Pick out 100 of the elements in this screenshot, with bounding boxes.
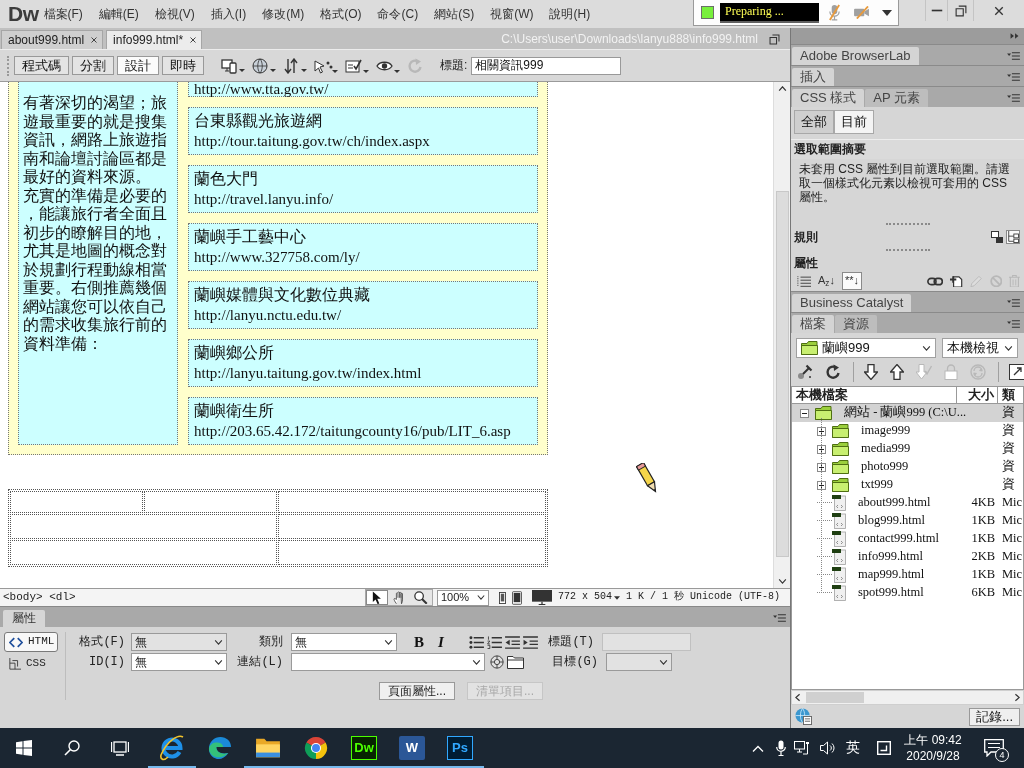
close-icon[interactable]: [90, 36, 99, 44]
globe-icon[interactable]: [252, 57, 276, 74]
sort-button[interactable]: A$_{z}$↓: [815, 272, 838, 290]
file-row[interactable]: 網站 - 蘭嶼999 (C:\U... 資: [792, 404, 1023, 422]
panel-menu-icon[interactable]: [1007, 73, 1020, 81]
tag-selector[interactable]: <body> <dl>: [0, 590, 76, 605]
speaker-icon[interactable]: [820, 741, 836, 755]
monitor-icon[interactable]: [531, 590, 552, 605]
clock-time[interactable]: 上午 09:42: [904, 732, 962, 748]
panel-menu-icon[interactable]: [1007, 52, 1020, 60]
notification-icon[interactable]: [984, 739, 1004, 757]
zoom-icon[interactable]: [414, 590, 428, 605]
expand-icon[interactable]: [817, 426, 826, 436]
hand-icon[interactable]: [393, 590, 405, 605]
panel-tab[interactable]: 資源: [835, 315, 877, 333]
plug-icon[interactable]: [797, 363, 813, 380]
panel-menu-icon[interactable]: [1007, 299, 1020, 307]
taskbar-button[interactable]: W: [388, 728, 436, 768]
log-button[interactable]: 記錄...: [969, 707, 1020, 726]
file-row[interactable]: contact999.html 1KB Mic: [792, 530, 1023, 548]
scroll-up-icon[interactable]: [777, 86, 787, 91]
restore-icon[interactable]: [954, 4, 967, 17]
horizontal-scrollbar[interactable]: [791, 690, 1024, 705]
taskbar-button[interactable]: Ps: [436, 728, 484, 768]
mode-button[interactable]: HTML: [4, 632, 58, 652]
panel-tab[interactable]: 屬性: [3, 610, 45, 627]
dialog-button[interactable]: 頁面屬性...: [379, 682, 455, 700]
file-row[interactable]: blog999.html 1KB Mic: [792, 512, 1023, 530]
id-select[interactable]: 無: [131, 653, 227, 671]
indent-icon[interactable]: [523, 635, 538, 649]
cursor-icon[interactable]: [314, 57, 338, 74]
view-button[interactable]: 程式碼: [14, 56, 69, 75]
mode-tab[interactable]: 全部: [794, 110, 834, 134]
panel-tab[interactable]: Adobe BrowserLab: [792, 47, 919, 65]
view-dropdown[interactable]: 本機檢視: [942, 338, 1018, 358]
document-tab[interactable]: about999.html: [1, 30, 104, 49]
panel-menu-icon[interactable]: [1007, 94, 1020, 102]
search-icon[interactable]: [64, 740, 80, 756]
file-row[interactable]: map999.html 1KB Mic: [792, 566, 1023, 584]
panel-tab[interactable]: AP 元素: [865, 89, 929, 107]
zoom-dropdown[interactable]: 100%: [436, 589, 489, 606]
scroll-left-icon[interactable]: [795, 693, 800, 702]
expand-icon[interactable]: [1009, 363, 1024, 380]
checklist-icon[interactable]: [345, 57, 369, 74]
view-button[interactable]: 設計: [117, 56, 159, 75]
class-select[interactable]: 無: [291, 633, 397, 651]
link-field[interactable]: [291, 653, 485, 671]
mode-button[interactable]: CSS: [4, 654, 58, 674]
menu-item[interactable]: 格式(O): [320, 6, 362, 22]
expand-icon[interactable]: [817, 462, 826, 472]
file-row[interactable]: spot999.html 6KB Mic: [792, 584, 1023, 602]
panel-tab[interactable]: CSS 樣式: [792, 89, 865, 107]
cascade-view-icon[interactable]: [991, 231, 1003, 243]
link-icon[interactable]: [927, 276, 944, 286]
tablet-icon[interactable]: [511, 590, 522, 605]
file-row[interactable]: info999.html 2KB Mic: [792, 548, 1023, 566]
clock-date[interactable]: 2020/9/28: [906, 748, 960, 764]
panel-tab[interactable]: 插入: [792, 68, 834, 86]
expand-icon[interactable]: [817, 480, 826, 490]
scroll-thumb[interactable]: [806, 692, 864, 703]
muted-camera-icon[interactable]: [853, 6, 870, 19]
target-icon[interactable]: [490, 655, 504, 669]
tool-button[interactable]: [365, 590, 388, 605]
muted-microphone-icon[interactable]: [828, 4, 841, 21]
task-view-icon[interactable]: [111, 740, 129, 756]
file-row[interactable]: txt999 資: [792, 476, 1023, 494]
panel-menu-icon[interactable]: [1007, 320, 1020, 328]
column-header[interactable]: 本機檔案: [792, 387, 956, 403]
chevron-up-icon[interactable]: [752, 744, 764, 752]
bulleted-list-icon[interactable]: [469, 635, 484, 649]
document-tab[interactable]: info999.html*: [106, 30, 203, 49]
menu-item[interactable]: 插入(I): [210, 6, 247, 22]
input-language[interactable]: 英: [846, 739, 860, 757]
folder-icon[interactable]: [507, 655, 524, 669]
scroll-right-icon[interactable]: [1015, 693, 1020, 702]
title-field[interactable]: 相關資訊999: [471, 56, 622, 75]
numbered-list-icon[interactable]: [487, 635, 502, 649]
column-header[interactable]: 類: [998, 387, 1015, 403]
network-icon[interactable]: [794, 741, 810, 755]
menu-item[interactable]: 視窗(W): [490, 6, 534, 22]
taskbar-button[interactable]: Dw: [340, 728, 388, 768]
filter-button[interactable]: **↓: [841, 272, 863, 290]
new-rule-icon[interactable]: [950, 274, 963, 288]
scroll-down-icon[interactable]: [777, 579, 787, 584]
file-row[interactable]: image999 資: [792, 422, 1023, 440]
collapse-icon[interactable]: [800, 408, 809, 418]
bold-button[interactable]: B: [411, 633, 427, 651]
mode-tab[interactable]: 目前: [834, 110, 874, 134]
column-header[interactable]: 大小: [956, 387, 998, 403]
italic-button[interactable]: I: [433, 633, 449, 651]
expand-icon[interactable]: [817, 444, 826, 454]
phone-icon[interactable]: [498, 591, 506, 604]
close-icon[interactable]: [189, 36, 198, 44]
menu-item[interactable]: 網站(S): [434, 6, 475, 22]
up-arrow-icon[interactable]: [890, 363, 904, 380]
menu-item[interactable]: 修改(M): [262, 6, 305, 22]
windows-logo-icon[interactable]: [16, 740, 32, 756]
file-row[interactable]: media999 資: [792, 440, 1023, 458]
restore-icon[interactable]: [769, 34, 780, 45]
input-mode-icon[interactable]: [877, 741, 891, 755]
